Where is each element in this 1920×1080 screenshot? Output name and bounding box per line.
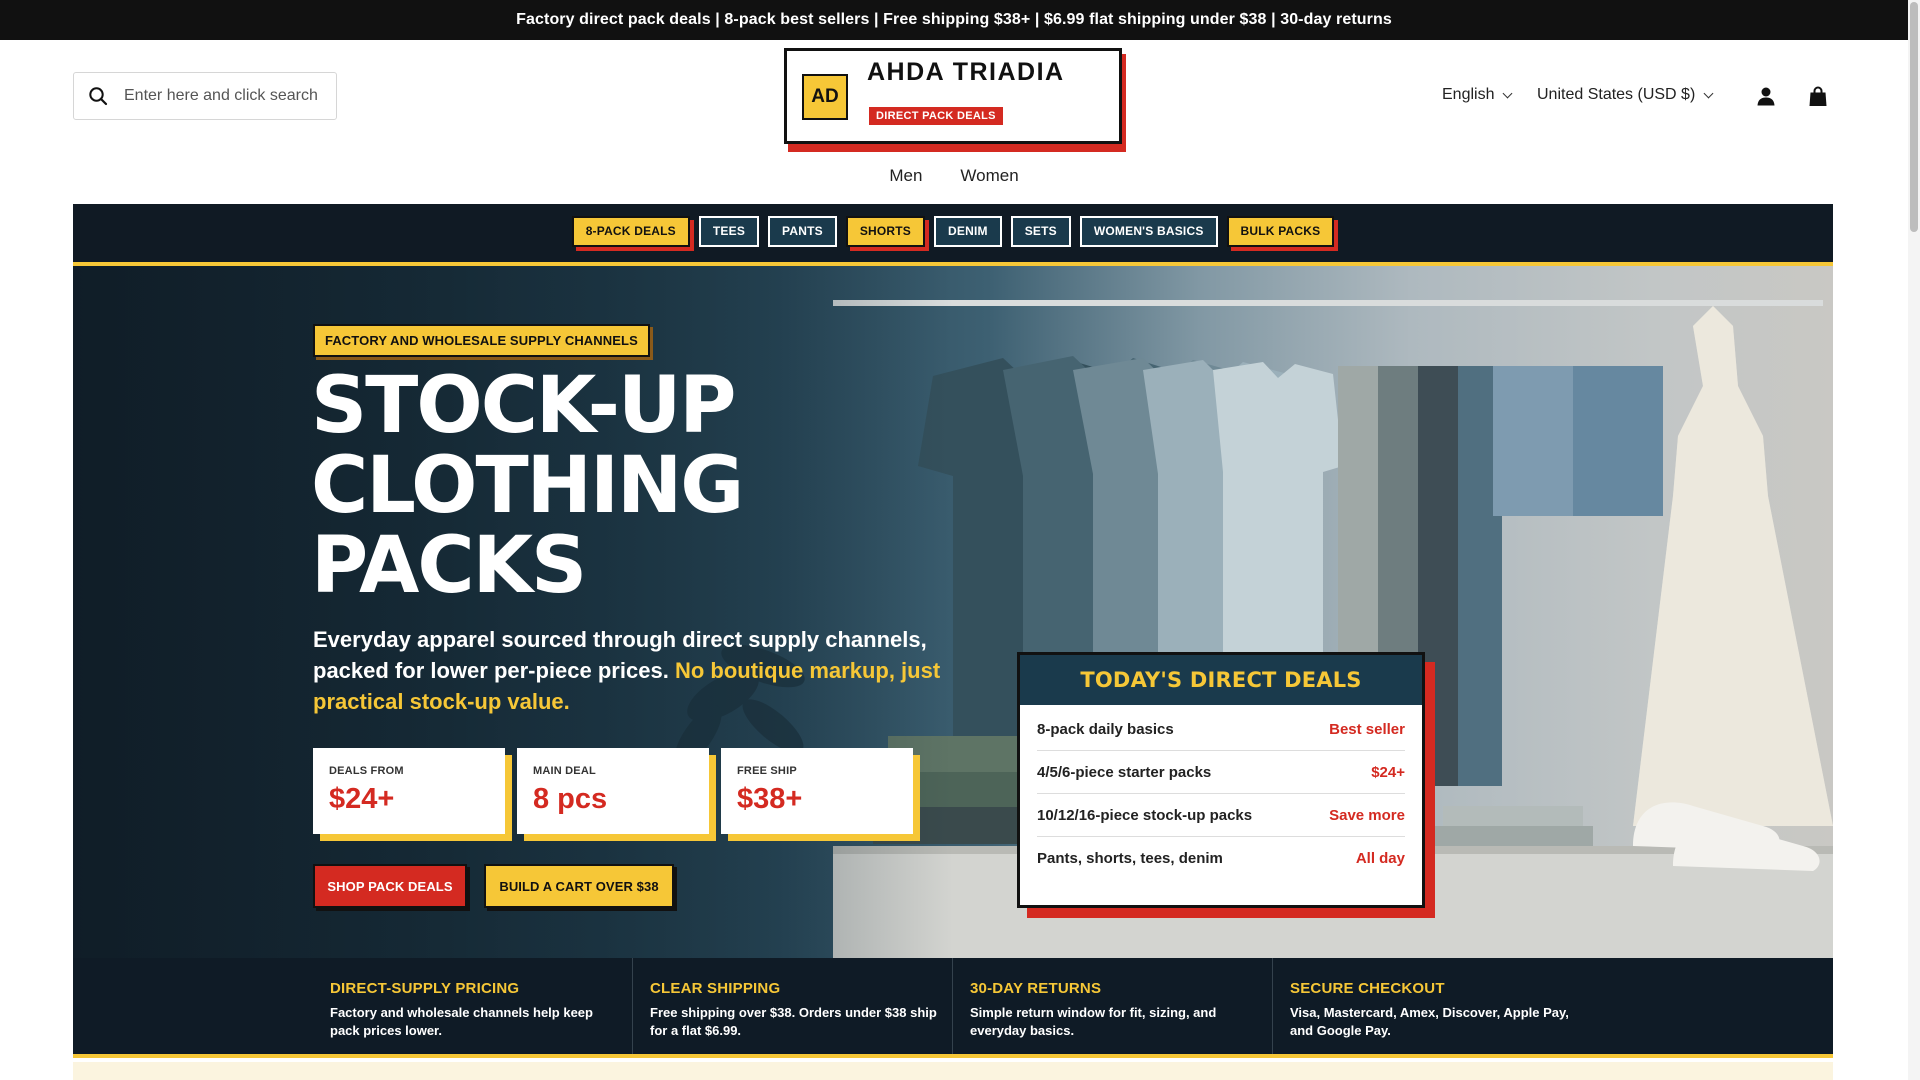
feature-description: Factory and wholesale channels help keep… xyxy=(330,1005,593,1038)
hero-subheadline: Everyday apparel sourced through direct … xyxy=(313,624,953,717)
feature-description: Free shipping over $38. Orders under $38… xyxy=(650,1005,937,1038)
stat-deals-from: DEALS FROM $24+ xyxy=(313,748,505,834)
feature-30-day-returns: 30-DAY RETURNS Simple return window for … xyxy=(953,958,1273,1054)
feature-title: SECURE CHECKOUT xyxy=(1290,980,1445,997)
todays-deals-card: TODAY'S DIRECT DEALS 8-pack daily basics… xyxy=(1017,652,1435,918)
deal-item: Pants, shorts, tees, denim xyxy=(1037,850,1223,867)
feature-secure-checkout: SECURE CHECKOUT Visa, Mastercard, Amex, … xyxy=(1273,958,1593,1054)
stat-label: MAIN DEAL xyxy=(533,765,596,777)
hero-banner: FACTORY AND WHOLESALE SUPPLY CHANNELS ST… xyxy=(73,266,1833,958)
stat-label: DEALS FROM xyxy=(329,765,404,777)
feature-clear-shipping: CLEAR SHIPPING Free shipping over $38. O… xyxy=(633,958,953,1054)
deal-tag: All day xyxy=(1355,850,1405,867)
category-tees[interactable]: TEES xyxy=(698,215,760,247)
category-denim[interactable]: DENIM xyxy=(934,215,1002,247)
deal-tag: $24+ xyxy=(1371,763,1405,781)
stat-main-deal: MAIN DEAL 8 pcs xyxy=(517,748,709,834)
feature-description: Simple return window for fit, sizing, an… xyxy=(970,1005,1217,1038)
feature-title: 30-DAY RETURNS xyxy=(970,980,1102,997)
language-selector[interactable]: English xyxy=(1442,86,1513,104)
deals-card-body: TODAY'S DIRECT DEALS 8-pack daily basics… xyxy=(1017,652,1425,908)
deal-item: 8-pack daily basics xyxy=(1037,720,1174,738)
search-input[interactable] xyxy=(124,87,324,105)
stat-label: FREE SHIP xyxy=(737,765,797,777)
scrollbar-thumb[interactable] xyxy=(1910,2,1918,232)
headline-line-1: STOCK-UP xyxy=(311,361,736,451)
logo-name: AHDA TRIADIA xyxy=(867,58,1065,86)
stat-value: $38+ xyxy=(737,783,803,815)
deal-row[interactable]: 10/12/16-piece stock-up packs Save more xyxy=(1037,794,1405,837)
deals-list: 8-pack daily basics Best seller 4/5/6-pi… xyxy=(1020,705,1422,880)
build-cart-button[interactable]: BUILD A CART OVER $38 xyxy=(484,864,674,908)
stat-free-ship: FREE SHIP $38+ xyxy=(721,748,913,834)
deal-row[interactable]: 8-pack daily basics Best seller xyxy=(1037,708,1405,751)
deal-row[interactable]: Pants, shorts, tees, denim All day xyxy=(1037,837,1405,880)
stat-value: 8 pcs xyxy=(533,783,608,815)
deal-item: 10/12/16-piece stock-up packs xyxy=(1037,806,1253,824)
feature-direct-supply-pricing: DIRECT-SUPPLY PRICING Factory and wholes… xyxy=(313,958,633,1054)
category-pants[interactable]: PANTS xyxy=(768,215,837,247)
nav-item-women[interactable]: Women xyxy=(958,166,1020,186)
category-bulk-packs[interactable]: BULK PACKS xyxy=(1226,215,1335,247)
hero-eyebrow: FACTORY AND WHOLESALE SUPPLY CHANNELS xyxy=(313,324,650,357)
logo-tagline: DIRECT PACK DEALS xyxy=(869,107,1003,125)
stat-value: $24+ xyxy=(329,783,395,815)
feature-title: CLEAR SHIPPING xyxy=(650,980,781,997)
category-bar: 8-PACK DEALS TEES PANTS SHORTS DENIM SET… xyxy=(73,204,1833,266)
category-shorts[interactable]: SHORTS xyxy=(845,215,926,247)
deals-card-title: TODAY'S DIRECT DEALS xyxy=(1020,655,1422,705)
next-section-edge xyxy=(73,1062,1833,1080)
category-8-pack-deals[interactable]: 8-PACK DEALS xyxy=(571,215,690,247)
search-box[interactable] xyxy=(73,72,337,120)
deal-row[interactable]: 4/5/6-piece starter packs $24+ xyxy=(1037,751,1405,794)
deal-tag: Best seller xyxy=(1329,720,1405,738)
chevron-down-icon xyxy=(1503,88,1513,98)
cart-button[interactable] xyxy=(1806,84,1830,108)
chevron-down-icon xyxy=(1703,88,1714,98)
logo-mark: AD xyxy=(802,74,848,120)
search-icon[interactable] xyxy=(88,86,108,106)
language-label: English xyxy=(1442,86,1495,103)
headline-line-2: CLOTHING xyxy=(311,441,744,531)
category-sets[interactable]: SETS xyxy=(1010,215,1071,247)
headline-line-3: PACKS xyxy=(311,521,587,611)
nav-item-men[interactable]: Men xyxy=(887,166,924,186)
features-strip: DIRECT-SUPPLY PRICING Factory and wholes… xyxy=(73,958,1833,1058)
user-icon xyxy=(1757,87,1775,106)
announcement-bar: Factory direct pack deals | 8-pack best … xyxy=(0,0,1908,40)
store-logo[interactable]: AD AHDA TRIADIA DIRECT PACK DEALS xyxy=(784,48,1126,152)
currency-selector[interactable]: United States (USD $) xyxy=(1537,86,1714,104)
announcement-text: Factory direct pack deals | 8-pack best … xyxy=(516,11,1392,28)
hero-headline: STOCK-UP CLOTHING PACKS xyxy=(311,366,871,606)
feature-description: Visa, Mastercard, Amex, Discover, Apple … xyxy=(1290,1005,1569,1038)
currency-label: United States (USD $) xyxy=(1537,86,1696,103)
shop-pack-deals-button[interactable]: SHOP PACK DEALS xyxy=(313,864,467,908)
account-button[interactable] xyxy=(1754,84,1778,108)
main-nav: Men Women xyxy=(0,166,1908,186)
feature-title: DIRECT-SUPPLY PRICING xyxy=(330,980,520,997)
page-scrollbar[interactable] xyxy=(1908,0,1920,1080)
logo-box[interactable]: AD AHDA TRIADIA DIRECT PACK DEALS xyxy=(784,48,1122,144)
category-womens-basics[interactable]: WOMEN'S BASICS xyxy=(1079,215,1218,247)
deal-item: 4/5/6-piece starter packs xyxy=(1037,763,1212,781)
shopping-bag-icon xyxy=(1809,86,1827,106)
deal-tag: Save more xyxy=(1329,806,1405,824)
